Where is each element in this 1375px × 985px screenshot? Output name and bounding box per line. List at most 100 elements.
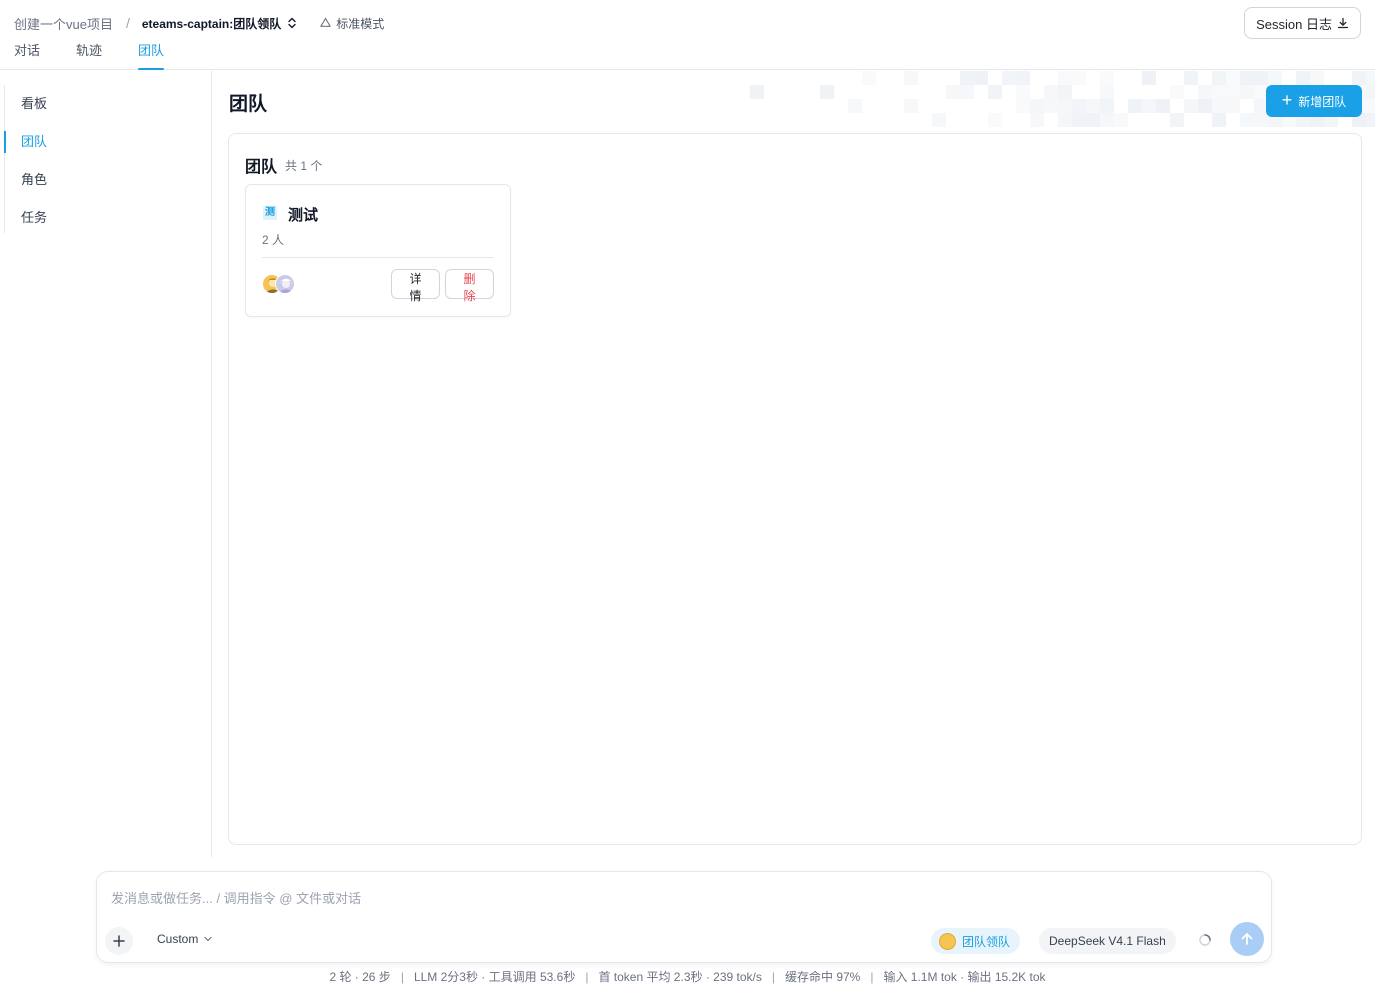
pattern-cell bbox=[1142, 71, 1156, 85]
pattern-cell bbox=[1226, 71, 1240, 85]
pattern-cell bbox=[1226, 99, 1240, 113]
pattern-cell bbox=[1170, 113, 1184, 127]
pattern-cell bbox=[1296, 71, 1310, 85]
pattern-cell bbox=[1198, 99, 1212, 113]
chevron-updown-icon[interactable] bbox=[287, 16, 297, 30]
plus-icon: + bbox=[1281, 90, 1293, 110]
pattern-cell bbox=[1212, 85, 1226, 99]
message-composer: Custom 团队领队 DeepSeek V4.1 Flash bbox=[96, 871, 1272, 963]
team-name: 测试 bbox=[288, 207, 319, 224]
sidebar: 看板 团队 角色 任务 bbox=[0, 71, 212, 857]
breadcrumb: 创建一个vue项目 / eteams-captain:团队领队 标准模式 bbox=[14, 14, 384, 32]
pattern-cell bbox=[1016, 99, 1030, 113]
pattern-cell bbox=[932, 113, 946, 127]
plus-icon bbox=[113, 935, 125, 947]
tab-team[interactable]: 团队 bbox=[138, 42, 165, 70]
breadcrumb-project[interactable]: 创建一个vue项目 bbox=[14, 14, 113, 33]
pattern-cell bbox=[1240, 113, 1254, 127]
pattern-cell bbox=[1184, 99, 1198, 113]
pattern-cell bbox=[1086, 113, 1100, 127]
pattern-cell bbox=[1044, 85, 1058, 99]
pattern-cell bbox=[988, 85, 1002, 99]
model-chip[interactable]: DeepSeek V4.1 Flash bbox=[1039, 928, 1176, 954]
pattern-cell bbox=[862, 71, 876, 85]
pattern-cell bbox=[1352, 71, 1366, 85]
status-separator: | bbox=[870, 970, 874, 984]
pattern-cell bbox=[848, 99, 862, 113]
pattern-cell bbox=[1072, 113, 1086, 127]
sidebar-item-tasks[interactable]: 任务 bbox=[5, 199, 204, 237]
pattern-cell bbox=[1366, 85, 1375, 99]
pattern-cell bbox=[1114, 113, 1128, 127]
pattern-cell bbox=[1184, 71, 1198, 85]
pattern-cell bbox=[1072, 71, 1086, 85]
attach-button[interactable] bbox=[105, 927, 133, 955]
team-delete-button[interactable]: 删除 bbox=[445, 269, 494, 303]
pattern-cell bbox=[960, 85, 974, 99]
pattern-cell bbox=[1366, 71, 1375, 85]
pattern-cell bbox=[1198, 85, 1212, 99]
pattern-cell bbox=[1100, 113, 1114, 127]
main-tabs: 对话 轨迹 团队 bbox=[14, 42, 200, 70]
team-member-count: 2 人 bbox=[262, 233, 285, 247]
pattern-cell bbox=[1030, 99, 1044, 113]
status-bar: 2 轮 · 26 步 | LLM 2分3秒 · 工具调用 53.6秒 | 首 token… bbox=[0, 968, 1375, 985]
arrow-up-icon bbox=[1241, 933, 1253, 945]
tab-trace[interactable]: 轨迹 bbox=[76, 42, 102, 70]
card-divider bbox=[262, 257, 494, 258]
pattern-cell bbox=[1366, 99, 1375, 113]
pattern-cell bbox=[1240, 85, 1254, 99]
status-cache-hit: 缓存命中 97% bbox=[784, 970, 861, 984]
pattern-cell bbox=[750, 85, 764, 99]
agent-chip-label: 团队领队 bbox=[962, 934, 1011, 949]
sidebar-item-roles[interactable]: 角色 bbox=[5, 161, 204, 199]
message-input[interactable] bbox=[111, 888, 1011, 908]
pattern-cell bbox=[1016, 71, 1030, 85]
pattern-cell bbox=[960, 71, 974, 85]
team-card[interactable]: 测 测试 2 人 详情 删除 bbox=[245, 184, 511, 317]
pattern-cell bbox=[1254, 71, 1268, 85]
mode-indicator[interactable]: 标准模式 bbox=[319, 15, 384, 32]
pattern-cell bbox=[1212, 113, 1226, 127]
pattern-cell bbox=[1100, 71, 1114, 85]
status-separator: | bbox=[585, 970, 589, 984]
pattern-cell bbox=[1156, 99, 1170, 113]
top-header: 创建一个vue项目 / eteams-captain:团队领队 标准模式 对话 … bbox=[0, 0, 1375, 70]
pattern-cell bbox=[1072, 99, 1086, 113]
send-button[interactable] bbox=[1230, 922, 1264, 956]
sidebar-item-team[interactable]: 团队 bbox=[4, 123, 204, 161]
pattern-cell bbox=[1366, 113, 1375, 127]
download-icon bbox=[1337, 17, 1349, 29]
add-team-button[interactable]: + 新增团队 bbox=[1266, 85, 1362, 117]
pattern-cell bbox=[904, 99, 918, 113]
pattern-cell bbox=[1058, 71, 1072, 85]
team-detail-button[interactable]: 详情 bbox=[391, 269, 440, 303]
add-team-label: 新增团队 bbox=[1298, 94, 1347, 109]
pattern-cell bbox=[1086, 99, 1100, 113]
pattern-cell bbox=[1100, 85, 1114, 99]
pattern-cell bbox=[1030, 113, 1044, 127]
session-log-label: Session 日志 bbox=[1256, 16, 1332, 32]
status-first-token: 首 token 平均 2.3秒 · 239 tok/s bbox=[598, 970, 762, 984]
status-separator: | bbox=[400, 970, 404, 984]
breadcrumb-separator: / bbox=[125, 15, 130, 31]
tab-chat[interactable]: 对话 bbox=[14, 42, 40, 70]
pattern-cell bbox=[1128, 99, 1142, 113]
pattern-cell bbox=[946, 85, 960, 99]
session-log-button[interactable]: Session 日志 bbox=[1244, 7, 1361, 39]
pattern-cell bbox=[1226, 85, 1240, 99]
pattern-cell bbox=[1254, 113, 1268, 127]
team-agent-selector[interactable]: eteams-captain:团队领队 bbox=[142, 15, 281, 32]
sidebar-item-board[interactable]: 看板 bbox=[5, 85, 204, 123]
panel-title: 团队 bbox=[245, 159, 278, 176]
pattern-cell bbox=[1212, 99, 1226, 113]
mode-select[interactable]: Custom bbox=[157, 932, 213, 946]
pattern-cell bbox=[1100, 99, 1114, 113]
page-title: 团队 bbox=[229, 94, 268, 115]
recycle-icon bbox=[320, 17, 331, 27]
mode-select-value: Custom bbox=[157, 932, 199, 946]
agent-chip[interactable]: 团队领队 bbox=[931, 928, 1021, 954]
pattern-cell bbox=[904, 71, 918, 85]
status-rounds: 2 轮 · 26 步 bbox=[329, 970, 391, 984]
status-separator: | bbox=[771, 970, 775, 984]
